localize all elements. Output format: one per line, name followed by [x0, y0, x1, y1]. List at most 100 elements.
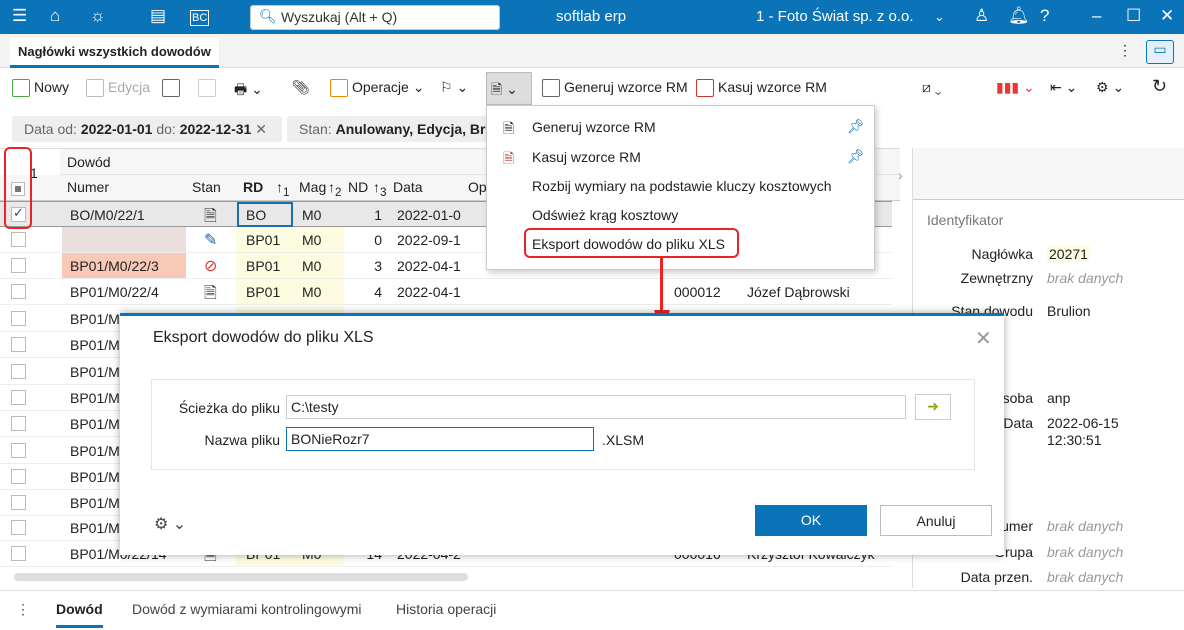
gear-icon[interactable]: ⚙ ⌄	[154, 514, 186, 534]
panel-button[interactable]: ⇤ ⌄	[1050, 79, 1077, 96]
sort-order: 2	[335, 185, 342, 199]
info-doc-button[interactable]	[162, 79, 184, 98]
menu-item-delete[interactable]: Kasuj wzorce RM	[532, 149, 641, 165]
refresh-icon[interactable]: ↻	[1152, 76, 1167, 97]
news-icon[interactable]: ▤	[150, 6, 166, 26]
generate-label: Generuj wzorce RM	[564, 79, 688, 95]
settings-button[interactable]: ⚙ ⌄	[1096, 79, 1124, 96]
edit-button[interactable]: Edycja	[86, 79, 151, 98]
sun-icon[interactable]: ☼	[90, 6, 106, 26]
tab-dowod-wymiary[interactable]: Dowód z wymiarami kontrolingowymi	[132, 601, 362, 617]
cell-mag: M0	[302, 284, 322, 300]
close-icon[interactable]: ✕	[1160, 6, 1174, 26]
row-checkbox[interactable]	[11, 495, 26, 510]
bell-icon[interactable]: 🔔︎	[1008, 6, 1030, 26]
help-icon[interactable]: ?	[1040, 6, 1049, 26]
cancel-button[interactable]: Anuluj	[880, 505, 992, 536]
cell-rd: BP01	[246, 284, 281, 300]
operations-label: Operacje	[352, 79, 409, 95]
export-dialog: Eksport dowodów do pliku XLS ✕ Ścieżka d…	[120, 313, 1004, 555]
time-value: 12:30:51	[1047, 432, 1102, 448]
chevron-down-icon[interactable]: ⌄	[934, 9, 945, 25]
panel-icon: ⇤ ⌄	[1050, 79, 1078, 95]
filename-input[interactable]: BONieRozr7	[286, 427, 594, 451]
new-button[interactable]: Nowy	[12, 79, 69, 98]
close-icon[interactable]: ✕	[975, 326, 992, 351]
more-icon[interactable]: ⋮	[16, 601, 30, 618]
company-selector[interactable]: 1 - Foto Świat sp. z o.o.	[756, 8, 914, 25]
horizontal-scrollbar[interactable]	[14, 573, 468, 581]
col-mag[interactable]: Mag	[299, 179, 326, 195]
extension-label: .XLSM	[602, 432, 645, 448]
path-input[interactable]: C:\testy	[286, 395, 906, 419]
menu-icon[interactable]: ☰	[12, 6, 27, 26]
row-checkbox[interactable]	[11, 520, 26, 535]
generate-templates-button[interactable]: Generuj wzorce RM	[542, 79, 688, 98]
row-checkbox[interactable]	[11, 390, 26, 405]
cell-data: 2022-04-1	[397, 284, 461, 300]
col-rd[interactable]: RD	[243, 179, 263, 195]
tab-dowod[interactable]: Dowód	[56, 601, 103, 628]
menu-item-refresh[interactable]: Odśwież krąg kosztowy	[532, 207, 678, 223]
row-checkbox[interactable]	[11, 337, 26, 352]
cell-nd: 1	[374, 207, 382, 223]
stan-value: Brulion	[1047, 303, 1091, 319]
col-op[interactable]: Op	[468, 179, 487, 195]
pin-icon[interactable]: 📌︎	[847, 148, 865, 165]
przen-value: brak danych	[1047, 569, 1124, 585]
tab-document-headers[interactable]: Nagłówki wszystkich dowodów	[10, 38, 219, 68]
filter-icon: ⧄ ⌄	[922, 79, 942, 95]
minimize-icon[interactable]: –	[1092, 6, 1101, 26]
col-data[interactable]: Data	[393, 179, 423, 195]
filter-button[interactable]: ⧄ ⌄	[922, 79, 941, 96]
table-row[interactable]: BP01/M0/22/4 🗎 BP01 M0 4 2022-04-1 000012 Józef…	[0, 279, 892, 305]
delete-doc-button[interactable]	[198, 79, 220, 98]
chat-icon[interactable]: ▭	[1146, 40, 1174, 64]
row-checkbox[interactable]	[11, 443, 26, 458]
bc-icon[interactable]: BC	[190, 10, 210, 26]
flag-button[interactable]: ⚐ ⌄	[440, 79, 468, 96]
row-checkbox[interactable]	[11, 469, 26, 484]
tab-historia[interactable]: Historia operacji	[396, 601, 496, 617]
browse-button[interactable]: ➜	[915, 394, 951, 420]
print-button[interactable]: 🖶︎ ⌄	[234, 79, 263, 103]
cell-contractor-code: 000012	[674, 284, 721, 300]
delete-icon: 🗎	[503, 150, 515, 166]
more-icon[interactable]: ⋮	[1118, 42, 1132, 59]
row-checkbox[interactable]	[11, 232, 26, 247]
attach-button[interactable]: 📎︎	[292, 79, 310, 96]
maximize-icon[interactable]: ☐	[1126, 6, 1141, 26]
chevron-right-icon[interactable]: ›	[898, 167, 903, 183]
menu-item-generate[interactable]: Generuj wzorce RM	[532, 119, 656, 135]
row-checkbox[interactable]	[11, 364, 26, 379]
draft-edit-icon: ✎	[204, 232, 218, 249]
col-numer[interactable]: Numer	[67, 179, 109, 195]
edit-label: Edycja	[108, 79, 151, 95]
clear-icon[interactable]: ✕	[255, 121, 267, 137]
date-filter-chip[interactable]: Data od: 2022-01-01 do: 2022-12-31 ✕	[12, 116, 282, 142]
pin-icon[interactable]: 📌︎	[847, 118, 865, 135]
col-stan[interactable]: Stan	[192, 179, 221, 195]
sort-icon: ↑1	[276, 179, 290, 199]
delete-templates-button[interactable]: Kasuj wzorce RM	[696, 79, 827, 98]
przen-label: Data przen.	[960, 569, 1033, 585]
naglowka-value: 20271	[1047, 246, 1090, 262]
row-checkbox[interactable]	[11, 311, 26, 326]
row-checkbox[interactable]	[11, 284, 26, 299]
row-checkbox[interactable]	[11, 416, 26, 431]
col-nd[interactable]: ND	[348, 179, 368, 195]
cell-rd: BP01	[246, 232, 281, 248]
path-label: Ścieżka do pliku	[178, 400, 280, 416]
menu-item-split[interactable]: Rozbij wymiary na podstawie kluczy koszt…	[532, 178, 832, 194]
state-filter-chip[interactable]: Stan: Anulowany, Edycja, Brulio	[287, 116, 487, 142]
operations-button[interactable]: Operacje ⌄	[330, 79, 424, 98]
chart-button[interactable]: ▮▮▮ ⌄	[996, 79, 1035, 96]
row-checkbox[interactable]	[11, 258, 26, 273]
user-icon[interactable]: ♙	[974, 6, 989, 26]
search-input[interactable]: 🔍︎ Wyszukaj (Alt + Q)	[250, 5, 500, 30]
date-label: Data	[24, 121, 54, 137]
row-checkbox[interactable]	[11, 546, 26, 561]
doc-settings-button[interactable]: 🗎 ⌄	[486, 72, 532, 105]
ok-button[interactable]: OK	[755, 505, 867, 536]
home-icon[interactable]: ⌂	[50, 6, 60, 26]
